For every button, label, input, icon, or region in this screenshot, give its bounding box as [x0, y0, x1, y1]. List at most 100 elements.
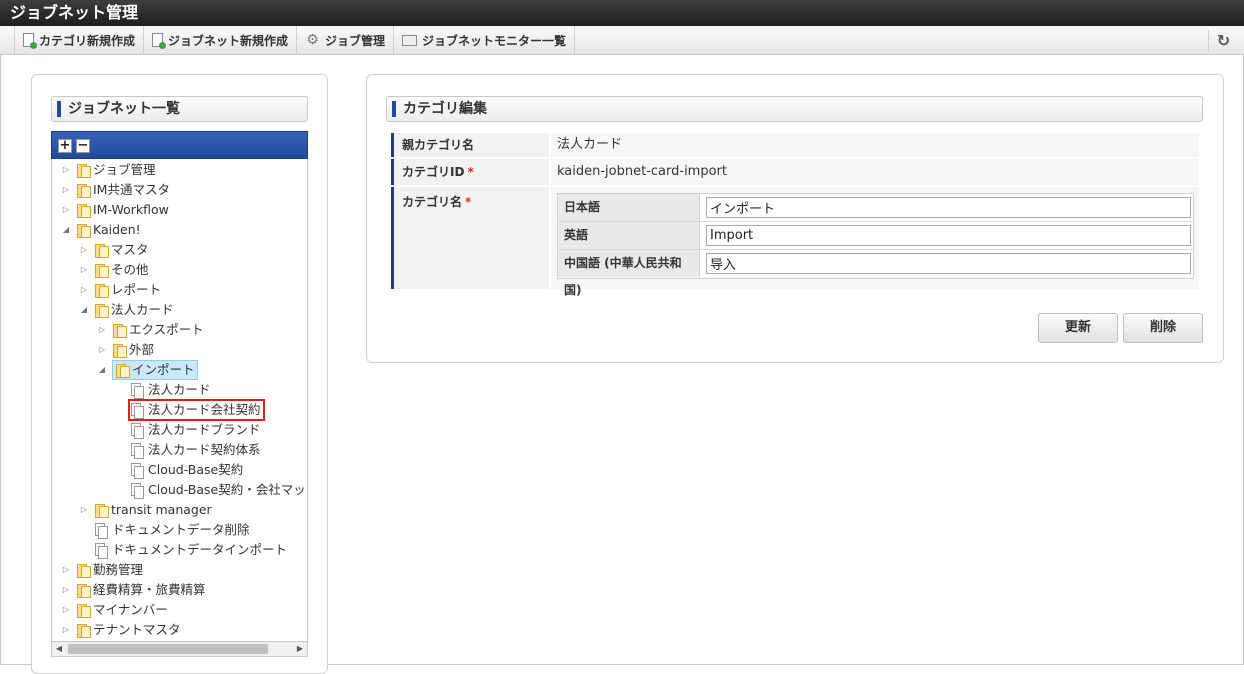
tree-node-report[interactable]: ▷ レポート	[78, 281, 161, 299]
parent-category-label: 親カテゴリ名	[391, 133, 549, 157]
folder-icon	[76, 183, 91, 198]
folder-icon	[76, 203, 91, 218]
jobnet-document-icon	[94, 523, 108, 539]
tree-node-corporate-card[interactable]: ◢ 法人カード	[78, 301, 174, 319]
tree-node-label: IM-Workflow	[93, 202, 169, 217]
tree-node-kaiden[interactable]: ◢ Kaiden!	[60, 221, 141, 239]
folder-icon	[76, 603, 91, 618]
folder-icon	[76, 223, 91, 238]
tree-node-corporate-card-contract-system[interactable]: 法人カード契約体系	[130, 441, 261, 459]
tree-node-document-data-delete[interactable]: ドキュメントデータ削除	[94, 521, 250, 539]
tree-node-tenant-master[interactable]: ▷ テナントマスタ	[60, 621, 181, 639]
jobnet-list-title: ジョブネット一覧	[51, 96, 308, 122]
tree-node-cloud-base-company-mapping[interactable]: Cloud-Base契約・会社マッピ	[130, 481, 308, 499]
jobnet-document-icon	[130, 383, 144, 399]
tree-node-external[interactable]: ▷ 外部	[96, 341, 154, 359]
category-name-label-text: カテゴリ名	[402, 195, 463, 209]
collapse-arrow-icon[interactable]: ◢	[60, 221, 72, 239]
tree-node-export[interactable]: ▷ エクスポート	[96, 321, 204, 339]
category-id-label: カテゴリID *	[391, 159, 549, 185]
tree-node-label: 法人カード	[111, 302, 174, 317]
expand-arrow-icon[interactable]: ▷	[60, 201, 72, 219]
tree-node-transit-manager[interactable]: ▷ transit manager	[78, 501, 212, 519]
category-name-en-input[interactable]	[706, 225, 1191, 246]
tree-node-attendance[interactable]: ▷ 勤務管理	[60, 561, 143, 579]
lang-cell-ja	[700, 194, 1193, 221]
category-name-label: カテゴリ名 *	[391, 187, 549, 289]
expand-arrow-icon[interactable]: ▷	[60, 581, 72, 599]
parent-category-row: 親カテゴリ名 法人カード	[391, 133, 1199, 157]
toolbar: カテゴリ新規作成 ジョブネット新規作成 ⚙ ジョブ管理 ジョブネットモニター一覧	[0, 25, 1244, 55]
category-name-ja-input[interactable]	[706, 197, 1191, 218]
scroll-right-icon[interactable]: ▶	[293, 642, 307, 656]
tree-node-cloud-base-contract[interactable]: Cloud-Base契約	[130, 461, 243, 479]
jobnet-document-icon	[130, 483, 144, 499]
folder-icon	[94, 263, 109, 278]
job-management-button[interactable]: ⚙ ジョブ管理	[297, 25, 395, 55]
jobnet-monitor-list-label: ジョブネットモニター一覧	[422, 33, 567, 48]
tree-node-corporate-card-brand[interactable]: 法人カードブランド	[130, 421, 261, 439]
collapse-arrow-icon[interactable]: ◢	[78, 301, 90, 319]
tree-node-label: 経費精算・旅費精算	[93, 582, 206, 597]
folder-icon	[94, 283, 109, 298]
scroll-left-icon[interactable]: ◀	[52, 642, 66, 656]
tree-node-corporate-card-company-contract[interactable]: 法人カード会社契約	[128, 399, 265, 421]
expand-arrow-icon[interactable]: ▷	[60, 181, 72, 199]
tree-node-job-management[interactable]: ▷ ジョブ管理	[60, 161, 156, 179]
jobnet-document-icon	[130, 423, 144, 439]
tree-node-label: 法人カード	[148, 382, 211, 397]
tree-node-document-data-import[interactable]: ドキュメントデータインポート	[94, 541, 287, 559]
expand-arrow-icon[interactable]: ▷	[60, 561, 72, 579]
tree-node-other[interactable]: ▷ その他	[78, 261, 149, 279]
expand-arrow-icon[interactable]: ▷	[78, 281, 90, 299]
expand-arrow-icon[interactable]: ▷	[96, 321, 108, 339]
lang-label-zh: 中国語 (中華人民共和国)	[558, 250, 700, 297]
new-jobnet-button[interactable]: ジョブネット新規作成	[144, 25, 298, 55]
expand-arrow-icon[interactable]: ▷	[60, 621, 72, 639]
expand-arrow-icon[interactable]: ▷	[78, 241, 90, 259]
scrollbar-thumb[interactable]	[68, 644, 268, 654]
category-name-languages: 日本語 英語 中国語 (中華人民共和国)	[557, 193, 1194, 297]
collapse-all-button[interactable]: −	[76, 139, 90, 153]
folder-icon	[94, 303, 109, 318]
tree-node-import-selected[interactable]: ◢ インポート	[96, 360, 198, 380]
folder-icon	[76, 583, 91, 598]
category-name-value: 日本語 英語 中国語 (中華人民共和国)	[551, 187, 1199, 297]
tree-node-my-number[interactable]: ▷ マイナンバー	[60, 601, 168, 619]
app-title: ジョブネット管理	[0, 0, 1244, 26]
update-button[interactable]: 更新	[1038, 313, 1118, 343]
tree-node-label: 勤務管理	[93, 562, 144, 577]
reload-button[interactable]: ↻	[1208, 30, 1238, 52]
required-mark: *	[467, 165, 474, 179]
tree-node-label: エクスポート	[129, 322, 204, 337]
lang-row-zh: 中国語 (中華人民共和国)	[558, 250, 1193, 297]
job-management-label: ジョブ管理	[325, 33, 386, 48]
tree-node-im-master[interactable]: ▷ IM共通マスタ	[60, 181, 170, 199]
expand-arrow-icon[interactable]: ▷	[96, 341, 108, 359]
expand-arrow-icon[interactable]: ▷	[78, 261, 90, 279]
expand-arrow-icon[interactable]: ▷	[78, 501, 90, 519]
tree-horizontal-scrollbar[interactable]: ◀ ▶	[51, 641, 308, 657]
expand-arrow-icon[interactable]: ▷	[60, 601, 72, 619]
tree-node-master[interactable]: ▷ マスタ	[78, 241, 149, 259]
category-edit-title: カテゴリ編集	[386, 96, 1203, 122]
delete-button[interactable]: 削除	[1123, 313, 1203, 343]
category-name-zh-input[interactable]	[706, 253, 1191, 274]
tree-node-label: その他	[111, 262, 149, 277]
tree-node-im-workflow[interactable]: ▷ IM-Workflow	[60, 201, 169, 219]
jobnet-monitor-list-button[interactable]: ジョブネットモニター一覧	[394, 25, 576, 55]
tree-node-label: transit manager	[111, 502, 212, 517]
new-category-label: カテゴリ新規作成	[39, 33, 136, 48]
folder-icon	[76, 623, 91, 638]
expand-arrow-icon[interactable]: ▷	[60, 161, 72, 179]
tree-node-label: Kaiden!	[93, 222, 141, 237]
collapse-arrow-icon[interactable]: ◢	[96, 361, 108, 379]
tree-node-label: Cloud-Base契約・会社マッピ	[148, 482, 308, 497]
tree-node-corporate-card-job[interactable]: 法人カード	[130, 381, 211, 399]
new-category-button[interactable]: カテゴリ新規作成	[14, 25, 145, 55]
tree-node-expense[interactable]: ▷ 経費精算・旅費精算	[60, 581, 206, 599]
expand-all-button[interactable]: +	[58, 139, 72, 153]
tree-node-label: 法人カード契約体系	[148, 442, 261, 457]
jobnet-document-icon	[130, 403, 144, 419]
tree-node-label: インポート	[132, 362, 195, 377]
